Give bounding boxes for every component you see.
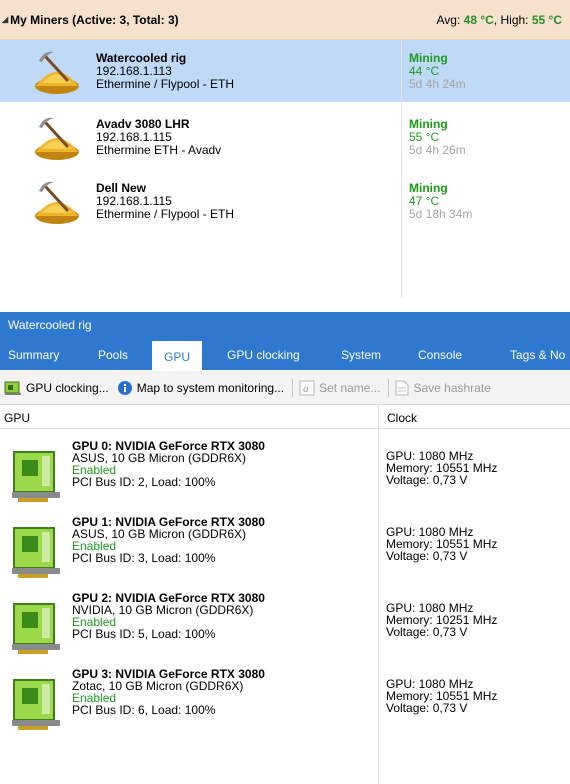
map-monitoring-button[interactable]: Map to system monitoring... xyxy=(117,380,284,396)
gpu-clocking-icon xyxy=(4,381,21,395)
gpu-bus: PCI Bus ID: 5, Load: 100% xyxy=(72,627,216,641)
tab-tags-notes[interactable]: Tags & No xyxy=(510,339,565,370)
gpu-clocking-button[interactable]: GPU clocking... xyxy=(4,380,109,396)
miner-pool: Ethermine / Flypool - ETH xyxy=(96,77,235,91)
gpu-row[interactable]: GPU 2: NVIDIA GeForce RTX 3080 NVIDIA, 1… xyxy=(0,592,570,668)
gpu-table-header: GPU Clock xyxy=(0,405,570,429)
detail-panel-title: Watercooled rig xyxy=(0,312,570,339)
high-temp-value: 55 °C xyxy=(531,12,562,27)
pickaxe-gold-icon xyxy=(35,181,79,224)
miner-row[interactable]: Watercooled rig 192.168.1.113 Ethermine … xyxy=(0,40,570,102)
miners-list: Watercooled rig 192.168.1.113 Ethermine … xyxy=(0,40,570,298)
gpu-voltage: Voltage: 0,73 V xyxy=(386,625,468,639)
tab-summary[interactable]: Summary xyxy=(8,339,59,370)
avg-label: Avg: xyxy=(436,12,461,27)
map-monitoring-label: Map to system monitoring... xyxy=(136,380,285,395)
miners-group-header[interactable]: ◢ My Miners (Active: 3, Total: 3) Avg: 4… xyxy=(0,0,570,40)
miners-group-title-wrap[interactable]: ◢ My Miners (Active: 3, Total: 3) xyxy=(2,13,179,27)
miners-temperature-summary: Avg: 48 °C, High: 55 °C xyxy=(437,13,562,27)
graphics-card-icon xyxy=(12,603,60,654)
info-icon xyxy=(117,380,132,395)
gpu-voltage: Voltage: 0,73 V xyxy=(386,473,468,487)
save-hashrate-button[interactable]: Save hashrate xyxy=(395,380,491,396)
high-label: , High: xyxy=(493,12,529,27)
miner-row[interactable]: Avadv 3080 LHR 192.168.1.115 Ethermine E… xyxy=(0,106,570,168)
tab-console[interactable]: Console xyxy=(418,339,462,370)
gpu-voltage: Voltage: 0,73 V xyxy=(386,549,468,563)
gpu-bus: PCI Bus ID: 2, Load: 100% xyxy=(72,475,216,489)
column-divider xyxy=(401,40,402,298)
tab-gpu[interactable]: GPU xyxy=(152,339,203,371)
avg-temp-value: 48 °C xyxy=(463,12,494,27)
gpu-row[interactable]: GPU 0: NVIDIA GeForce RTX 3080 ASUS, 10 … xyxy=(0,440,570,516)
set-name-button[interactable]: a Set name... xyxy=(299,380,380,396)
rename-icon: a xyxy=(299,380,315,395)
tab-gpu-clocking[interactable]: GPU clocking xyxy=(227,339,300,370)
gpu-bus: PCI Bus ID: 6, Load: 100% xyxy=(72,703,216,717)
miner-uptime: 5d 4h 24m xyxy=(409,77,466,91)
pickaxe-gold-icon xyxy=(35,51,79,94)
miner-pool: Ethermine / Flypool - ETH xyxy=(96,207,235,221)
miner-uptime: 5d 18h 34m xyxy=(409,207,473,221)
gpu-clocking-label: GPU clocking... xyxy=(26,380,109,395)
svg-text:a: a xyxy=(303,383,309,395)
miner-row[interactable]: Dell New 192.168.1.115 Ethermine / Flypo… xyxy=(0,170,570,232)
column-header-clock[interactable]: Clock xyxy=(387,411,417,425)
pickaxe-gold-icon xyxy=(35,117,79,160)
graphics-card-icon xyxy=(12,451,60,502)
collapse-triangle-icon[interactable]: ◢ xyxy=(2,15,8,24)
save-hashrate-label: Save hashrate xyxy=(413,380,491,395)
gpu-voltage: Voltage: 0,73 V xyxy=(386,701,468,715)
gpu-row[interactable]: GPU 3: NVIDIA GeForce RTX 3080 Zotac, 10… xyxy=(0,668,570,744)
miners-group-title: My Miners (Active: 3, Total: 3) xyxy=(10,12,179,27)
toolbar-separator xyxy=(388,378,390,397)
toolbar-separator xyxy=(292,378,294,397)
set-name-label: Set name... xyxy=(319,380,381,395)
graphics-card-icon xyxy=(12,679,60,730)
column-divider[interactable] xyxy=(378,405,379,429)
column-header-gpu[interactable]: GPU xyxy=(4,411,30,425)
gpu-row[interactable]: GPU 1: NVIDIA GeForce RTX 3080 ASUS, 10 … xyxy=(0,516,570,592)
gpu-bus: PCI Bus ID: 3, Load: 100% xyxy=(72,551,216,565)
miner-pool: Ethermine ETH - Avadv xyxy=(96,143,222,157)
graphics-card-icon xyxy=(12,527,60,578)
miner-uptime: 5d 4h 26m xyxy=(409,143,466,157)
detail-tabs: Summary Pools GPU GPU clocking System Co… xyxy=(0,339,570,371)
document-icon xyxy=(395,380,409,395)
gpu-toolbar: GPU clocking... Map to system monitoring… xyxy=(0,371,570,405)
tab-system[interactable]: System xyxy=(341,339,381,370)
tab-pools[interactable]: Pools xyxy=(98,339,128,370)
